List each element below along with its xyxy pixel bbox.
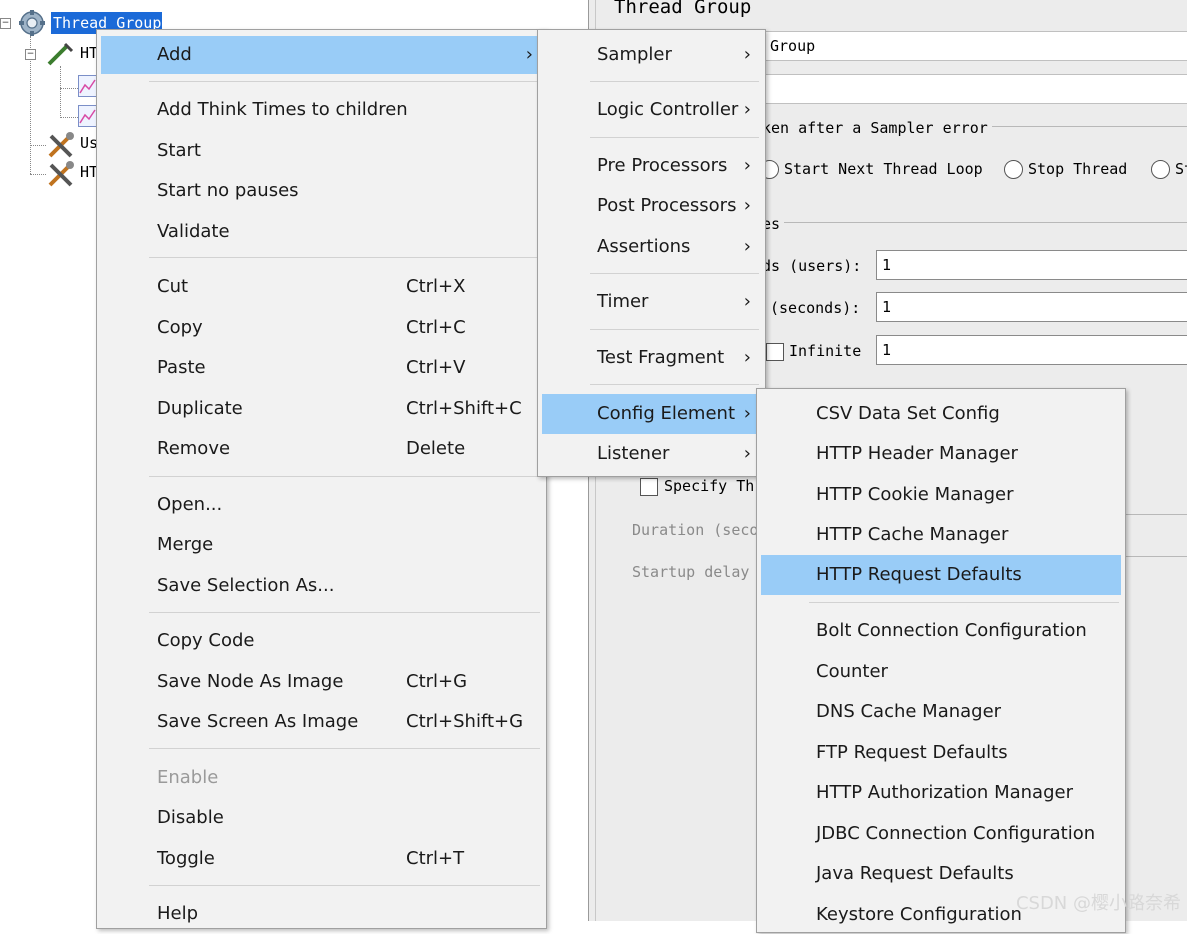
menu-item-ftp-request-defaults[interactable]: FTP Request Defaults [757,734,1125,772]
add-submenu: Sampler › Logic Controller › Pre Processor… [537,29,766,477]
menu-item-counter[interactable]: Counter [757,653,1125,691]
threads-label: ds (users): [762,257,862,275]
config-element-submenu: CSV Data Set Config HTTP Header Manager … [756,388,1126,933]
menu-item-post-processors[interactable]: Post Processors › [538,187,765,225]
menu-item-test-fragment[interactable]: Test Fragment › [538,339,765,377]
chevron-right-icon: › [743,155,751,176]
menu-item-http-cache-manager[interactable]: HTTP Cache Manager [757,516,1125,554]
menu-item-http-header-manager[interactable]: HTTP Header Manager [757,435,1125,473]
menu-item-paste[interactable]: Paste Ctrl+V [97,349,546,387]
chevron-right-icon: › [743,443,751,464]
comments-input[interactable] [764,74,1187,104]
menu-item-validate[interactable]: Validate [97,213,546,251]
menu-item-disable[interactable]: Disable [97,799,546,837]
listener-graph-icon [78,105,98,127]
listener-graph-icon [78,75,98,97]
menu-item-config-element[interactable]: Config Element › [542,394,761,434]
menu-item-start[interactable]: Start [97,132,546,170]
menu-item-java-request-defaults[interactable]: Java Request Defaults [757,855,1125,893]
duration-label: Duration (seco [632,521,759,539]
chevron-right-icon: › [743,195,751,216]
thread-group-gear-icon [19,10,45,36]
menu-item-jdbc-connection[interactable]: JDBC Connection Configuration [757,815,1125,853]
loop-count-input[interactable]: 1 [876,335,1187,365]
menu-item-copy-code[interactable]: Copy Code [97,622,546,660]
rampup-input[interactable]: 1 [876,292,1187,322]
chevron-right-icon: › [743,44,751,65]
menu-item-enable: Enable [157,767,219,788]
menu-item-cut[interactable]: Cut Ctrl+X [97,268,546,306]
collapse-icon[interactable]: − [25,49,36,60]
menu-item-http-request-defaults[interactable]: HTTP Request Defaults [761,555,1121,595]
menu-item-duplicate[interactable]: Duplicate Ctrl+Shift+C [97,390,546,428]
chevron-right-icon: › [743,347,751,368]
threads-input[interactable]: 1 [876,250,1187,280]
chevron-right-icon: › [743,403,751,424]
menu-item-add-think-times[interactable]: Add Think Times to children [97,91,546,129]
specify-lifetime-checkbox[interactable] [640,478,658,496]
menu-item-csv-data-set[interactable]: CSV Data Set Config [757,395,1125,433]
menu-item-toggle[interactable]: Toggle Ctrl+T [97,840,546,878]
menu-item-http-cookie-manager[interactable]: HTTP Cookie Manager [757,476,1125,514]
menu-item-dns-cache-manager[interactable]: DNS Cache Manager [757,693,1125,731]
chevron-right-icon: › [525,44,533,65]
menu-item-start-no-pauses[interactable]: Start no pauses [97,172,546,210]
menu-item-save-node-image[interactable]: Save Node As Image Ctrl+G [97,663,546,701]
menu-item-open[interactable]: Open... [97,486,546,524]
error-action-label: ken after a Sampler error [762,119,992,137]
stop-test-radio[interactable] [1151,160,1170,179]
menu-item-help[interactable]: Help [97,895,546,933]
menu-item-sampler[interactable]: Sampler › [538,36,765,74]
context-menu: Add › Add Think Times to children Start … [96,29,547,929]
menu-item-merge[interactable]: Merge [97,526,546,564]
menu-item-bolt-connection[interactable]: Bolt Connection Configuration [757,612,1125,650]
menu-item-http-auth-manager[interactable]: HTTP Authorization Manager [757,774,1125,812]
stop-thread-label: Stop Thread [1028,160,1128,178]
menu-item-add[interactable]: Add › [101,36,539,74]
http-sampler-pipette-icon [47,42,74,66]
menu-item-assertions[interactable]: Assertions › [538,228,765,266]
stop-thread-radio[interactable] [1004,160,1023,179]
menu-item-listener[interactable]: Listener › [538,435,765,473]
menu-item-timer[interactable]: Timer › [538,283,765,321]
start-next-loop-label: Start Next Thread Loop [784,160,983,178]
menu-item-save-selection[interactable]: Save Selection As... [97,567,546,605]
menu-item-remove[interactable]: Remove Delete [97,430,546,468]
stop-test-label: St [1175,160,1187,178]
menu-item-copy[interactable]: Copy Ctrl+C [97,309,546,347]
infinite-checkbox[interactable] [766,343,784,361]
config-tools-icon [48,161,74,187]
chevron-right-icon: › [743,236,751,257]
menu-item-save-screen-image[interactable]: Save Screen As Image Ctrl+Shift+G [97,703,546,741]
menu-item-logic-controller[interactable]: Logic Controller › [538,91,765,129]
menu-item-pre-processors[interactable]: Pre Processors › [538,147,765,185]
watermark: CSDN @樱小路奈希 [1015,893,1181,914]
specify-lifetime-label: Specify Thr [664,477,764,495]
name-input[interactable]: Group [764,31,1187,61]
config-tools-icon [48,132,74,158]
infinite-label: Infinite [789,342,862,360]
collapse-icon[interactable]: − [0,18,11,29]
chevron-right-icon: › [743,99,751,120]
chevron-right-icon: › [743,291,751,312]
startup-delay-label: Startup delay [632,563,750,581]
rampup-label: (seconds): [770,299,861,317]
panel-title: Thread Group [614,0,752,18]
